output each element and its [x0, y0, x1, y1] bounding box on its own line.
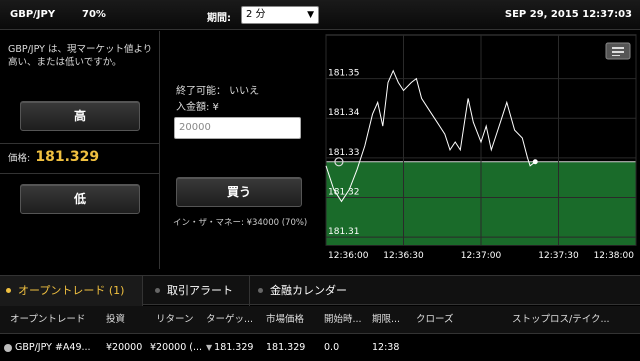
payout-percent: 70% — [82, 9, 106, 20]
tab-label: オープントレード (1) — [18, 284, 125, 297]
column-header[interactable]: クローズ — [416, 306, 506, 334]
column-header[interactable]: ストップロス/テイク... — [512, 306, 637, 334]
price-row: 価格: 181.329 — [8, 149, 99, 165]
order-panel: 終了可能： いいえ 入金額: ¥ 20000 買う イン・ザ・マネー: ¥340… — [161, 31, 321, 269]
start-cell: 0.0 — [324, 342, 340, 353]
table-header: オープントレード 投資 リターン ターゲッ... 市場価格 開始時... 期限.… — [0, 306, 640, 334]
investment-cell: ¥20000 — [106, 342, 143, 353]
bottom-tabs: オープントレード (1) 取引アラート 金融カレンダー — [0, 275, 640, 306]
target-cell: ▼ 181.329 — [206, 335, 264, 361]
tab-economic-calendar[interactable]: 金融カレンダー — [252, 276, 372, 306]
column-header[interactable]: オープントレード — [10, 306, 95, 334]
divider — [142, 276, 143, 306]
divider — [249, 276, 250, 306]
column-header[interactable]: 投資 — [106, 306, 146, 334]
y-tick-label: 181.31 — [328, 227, 360, 237]
tab-dot-icon — [155, 288, 160, 293]
table-row[interactable]: GBP/JPY #A49... ¥20000 ¥20000 (... ▼ 181.… — [0, 335, 640, 361]
buy-button[interactable]: 買う — [176, 177, 302, 207]
tab-dot-icon — [6, 288, 11, 293]
x-tick-label: 12:36:30 — [383, 251, 424, 261]
current-price: 181.329 — [35, 149, 100, 165]
current-price-marker — [532, 159, 538, 165]
column-header[interactable]: リターン — [156, 306, 201, 334]
y-tick-label: 181.33 — [328, 148, 360, 158]
x-tick-label: 12:37:30 — [538, 251, 579, 261]
y-tick-label: 181.35 — [328, 69, 360, 79]
open-trades-table: オープントレード 投資 リターン ターゲッ... 市場価格 開始時... 期限.… — [0, 306, 640, 361]
expiry-text: 終了可能： いいえ — [176, 86, 260, 97]
return-cell: ¥20000 (... — [150, 342, 203, 353]
price-chart-svg: 181.35 181.34 181.33 181.32 181.31 12:36:00 1… — [325, 34, 637, 261]
tab-dot-icon — [258, 288, 263, 293]
x-tick-label: 12:37:00 — [461, 251, 502, 261]
price-label: 価格: — [8, 153, 31, 164]
y-tick-label: 181.34 — [328, 108, 360, 118]
column-header[interactable]: 期限... — [372, 306, 410, 334]
period-select[interactable]: 2 分 ▼ — [241, 6, 319, 24]
chevron-down-icon: ▼ — [307, 10, 314, 20]
tab-label: 金融カレンダー — [270, 284, 347, 297]
column-header[interactable]: 市場価格 — [266, 306, 316, 334]
x-tick-label: 12:36:00 — [328, 251, 369, 261]
current-datetime: SEP 29, 2015 12:37:03 — [504, 9, 632, 20]
amount-label: 入金額: ¥ — [176, 102, 219, 113]
period-label: 期間: — [207, 13, 231, 24]
tab-open-trades[interactable]: オープントレード (1) — [0, 276, 142, 306]
low-button[interactable]: 低 — [20, 184, 140, 214]
tab-label: 取引アラート — [167, 284, 233, 297]
question-text: GBP/JPY は、現マーケット値より高い、または低いですか。 — [8, 44, 153, 68]
column-header[interactable]: ターゲッ... — [206, 306, 263, 334]
close-cell[interactable] — [416, 335, 506, 361]
y-tick-label: 181.32 — [328, 187, 360, 197]
price-chart[interactable]: 181.35 181.34 181.33 181.32 181.31 12:36:00 1… — [322, 31, 640, 269]
column-header[interactable]: 開始時... — [324, 306, 367, 334]
top-bar: GBP/JPY 70% 期間: 2 分 ▼ SEP 29, 2015 12:37… — [0, 0, 640, 30]
high-button[interactable]: 高 — [20, 101, 140, 131]
market-price-cell: 181.329 — [266, 342, 306, 353]
divider — [0, 173, 160, 174]
direction-panel: GBP/JPY は、現マーケット値より高い、または低いですか。 高 価格: 18… — [0, 31, 160, 269]
trade-pair-cell: GBP/JPY #A49... — [4, 335, 104, 361]
stop-take-cell[interactable] — [512, 335, 637, 361]
period-value: 2 分 — [246, 9, 266, 20]
divider — [0, 143, 160, 144]
trade-status-icon — [4, 343, 12, 352]
down-arrow-icon: ▼ — [206, 343, 213, 352]
in-the-money-text: イン・ザ・マネー: ¥34000 (70%) — [173, 218, 308, 228]
tab-trade-alerts[interactable]: 取引アラート — [149, 276, 249, 306]
amount-input[interactable]: 20000 — [174, 117, 301, 139]
x-tick-label: 12:38:00 — [594, 251, 635, 261]
chart-menu-icon[interactable] — [605, 42, 631, 60]
asset-pair: GBP/JPY — [10, 9, 56, 20]
expiry-cell: 12:38 — [372, 342, 400, 353]
